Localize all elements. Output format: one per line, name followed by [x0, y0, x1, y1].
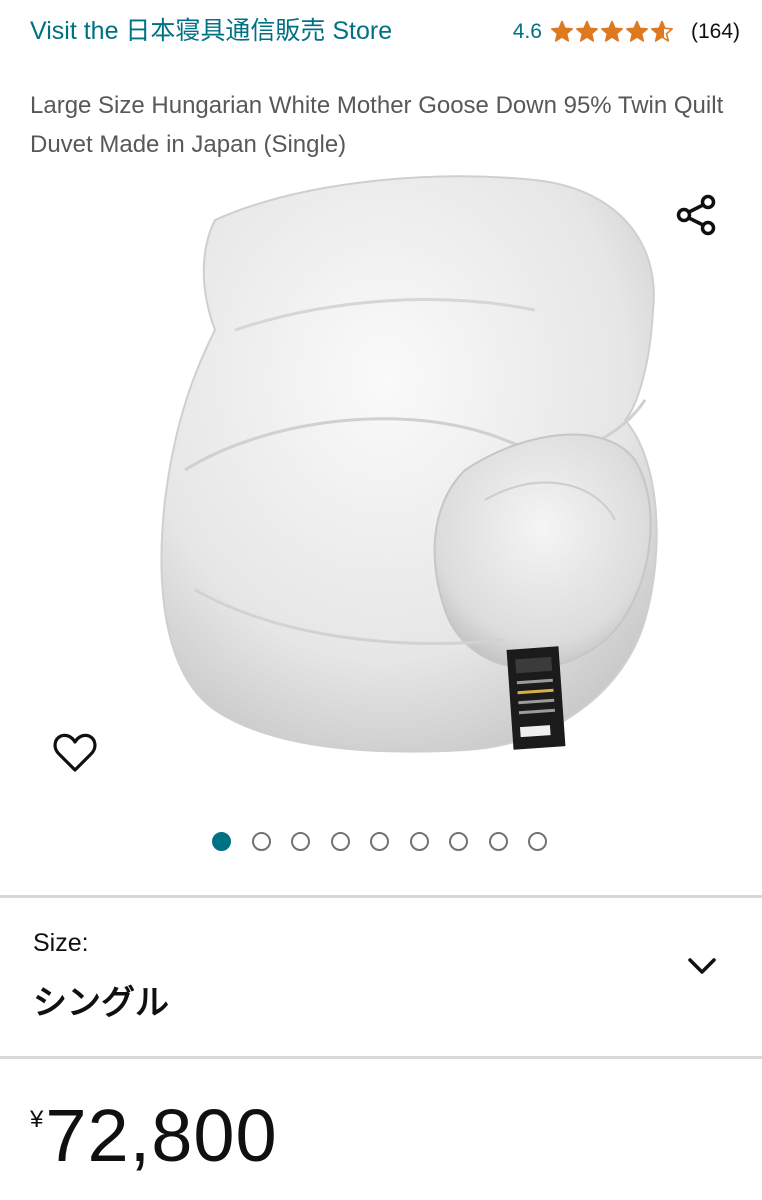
pagination-dot[interactable]	[449, 831, 468, 851]
star-full-icon	[600, 20, 623, 42]
pagination-dot[interactable]	[251, 831, 271, 851]
pagination-dot[interactable]	[291, 831, 310, 851]
product-title: Large Size Hungarian White Mother Goose …	[30, 92, 724, 158]
image-gallery[interactable]	[0, 170, 762, 870]
rating-stars	[550, 20, 675, 44]
product-page: Visit the 日本寝具通信販売 Store 4.6 (164) Large…	[0, 0, 762, 1200]
rating-value: 4.6	[512, 20, 542, 43]
pagination-dot[interactable]	[409, 831, 429, 851]
product-image[interactable]	[105, 170, 665, 790]
pagination-dot[interactable]	[212, 831, 231, 851]
product-header: Visit the 日本寝具通信販売 Store 4.6 (164) Large…	[30, 8, 740, 168]
pagination-dot[interactable]	[488, 831, 508, 851]
size-selector[interactable]: Size: シングル	[0, 899, 762, 1056]
size-label: Size:	[33, 929, 89, 957]
share-button[interactable]	[672, 190, 722, 240]
price-currency: ¥	[30, 1106, 44, 1133]
divider	[0, 895, 762, 898]
pagination-dot[interactable]	[370, 831, 389, 851]
share-icon	[676, 194, 716, 236]
size-value: シングル	[33, 984, 169, 1022]
star-full-icon	[575, 20, 598, 42]
pagination-dot[interactable]	[528, 831, 547, 851]
chevron-down-icon	[688, 958, 716, 974]
price: ¥ 72,800	[30, 1090, 278, 1190]
wishlist-button[interactable]	[50, 728, 100, 778]
heart-outline-icon	[53, 733, 97, 772]
pagination-dot[interactable]	[330, 831, 350, 851]
rating-summary[interactable]: 4.6 (164)	[513, 16, 740, 48]
store-link[interactable]: Visit the 日本寝具通信販売 Store	[30, 12, 450, 51]
divider	[0, 1056, 762, 1059]
star-half-icon	[650, 20, 673, 42]
price-amount: 72,800	[45, 1094, 278, 1177]
star-full-icon	[625, 20, 648, 42]
review-count[interactable]: (164)	[691, 20, 740, 44]
star-full-icon	[550, 20, 573, 42]
image-pagination	[212, 830, 568, 852]
